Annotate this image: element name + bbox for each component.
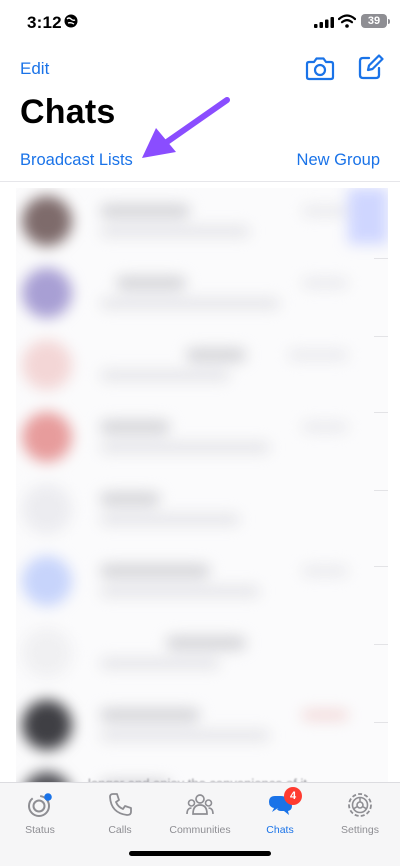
row-divider [374, 336, 388, 337]
chat-row [16, 476, 388, 544]
chat-row [16, 332, 388, 400]
battery-indicator: 39 [361, 14, 387, 28]
header-divider [0, 181, 400, 182]
wifi-icon [338, 14, 356, 28]
camera-icon[interactable] [305, 54, 335, 82]
row-divider [374, 722, 388, 723]
chat-row [16, 188, 388, 256]
compose-icon[interactable] [356, 53, 384, 81]
communities-icon [186, 794, 214, 815]
page-title: Chats [20, 93, 116, 131]
chat-row [16, 260, 388, 328]
new-group-link[interactable]: New Group [297, 151, 380, 170]
chat-row [16, 620, 388, 688]
cellular-signal-icon [314, 17, 334, 28]
phone-icon [109, 793, 132, 816]
chat-row [16, 548, 388, 616]
gear-icon [348, 793, 372, 817]
edit-button[interactable]: Edit [20, 59, 49, 79]
row-divider [374, 258, 388, 259]
row-divider [374, 490, 388, 491]
tab-label: Calls [108, 824, 132, 836]
tab-calls[interactable]: Calls [80, 791, 160, 836]
tab-status[interactable]: Status [0, 791, 80, 836]
home-indicator[interactable] [129, 851, 271, 856]
tab-label: Status [25, 824, 55, 836]
blurred-chats [16, 188, 388, 782]
status-time: 3:12 [27, 13, 62, 32]
chat-row [16, 692, 388, 760]
chat-row [16, 404, 388, 472]
row-divider [374, 566, 388, 567]
tab-settings[interactable]: Settings [320, 791, 400, 836]
row-divider [374, 644, 388, 645]
tab-label: Settings [341, 824, 379, 836]
unread-badge: 4 [284, 787, 302, 805]
row-divider [374, 412, 388, 413]
chat-list[interactable] [16, 188, 388, 782]
broadcast-lists-link[interactable]: Broadcast Lists [20, 151, 133, 170]
tab-chats[interactable]: 4 Chats [240, 787, 320, 836]
tab-label: Chats [266, 824, 294, 836]
annotation-arrow [142, 97, 230, 158]
location-globe-icon [64, 14, 78, 28]
status-icon [28, 793, 52, 817]
tab-label: Communities [169, 824, 231, 836]
tab-communities[interactable]: Communities [160, 791, 240, 836]
